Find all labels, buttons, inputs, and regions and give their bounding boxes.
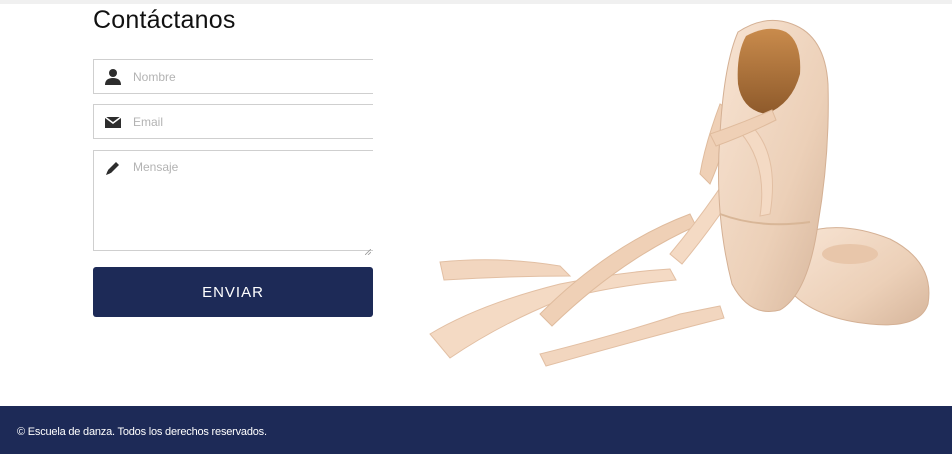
top-strip [0, 0, 952, 4]
pencil-icon [104, 159, 122, 177]
site-footer: © Escuela de danza. Todos los derechos r… [0, 406, 952, 454]
email-input[interactable] [133, 114, 373, 130]
name-field-wrapper [93, 59, 373, 94]
copyright-text: © Escuela de danza. Todos los derechos r… [17, 426, 267, 438]
envelope-icon [104, 113, 122, 131]
ballet-shoes-image [420, 14, 952, 384]
submit-button[interactable]: ENVIAR [93, 267, 373, 317]
page-title: Contáctanos [93, 6, 236, 34]
message-textarea[interactable] [133, 160, 373, 244]
name-input[interactable] [133, 69, 373, 85]
resize-handle[interactable] [364, 242, 372, 256]
email-field-wrapper [93, 104, 373, 139]
user-icon [104, 68, 122, 86]
message-field-wrapper [93, 150, 373, 256]
